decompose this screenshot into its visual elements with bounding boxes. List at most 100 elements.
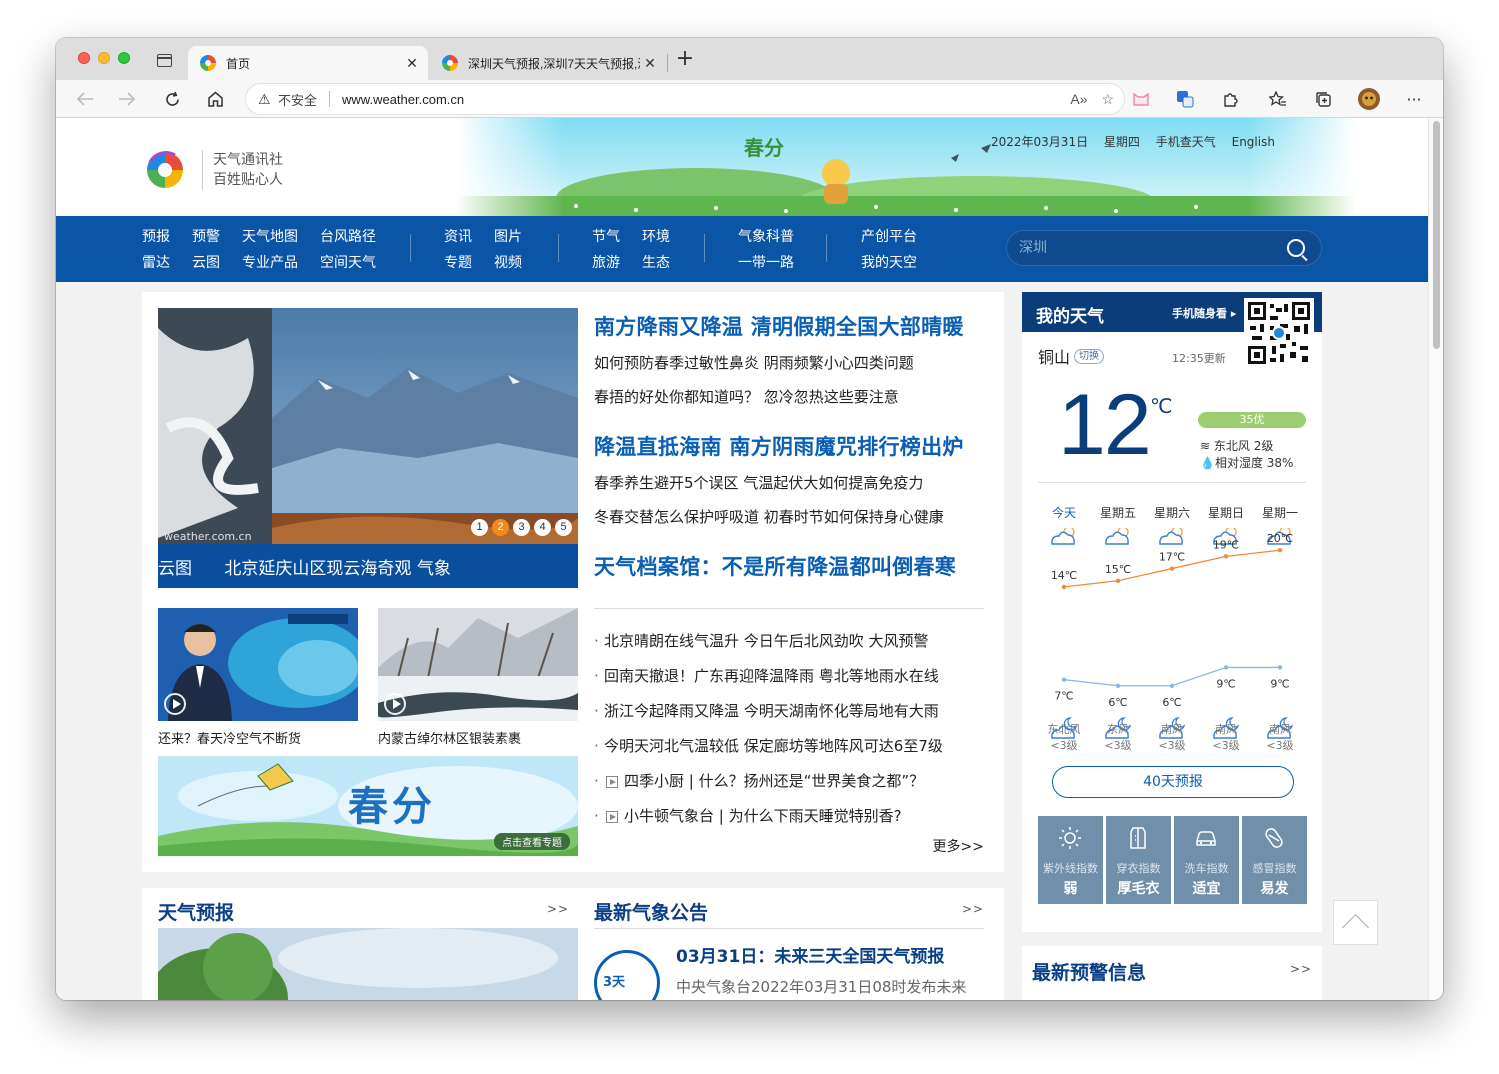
city-search-input[interactable] xyxy=(1019,240,1269,256)
nav-item-belt-road[interactable]: 一带一路 xyxy=(738,250,794,276)
nav-item-products[interactable]: 专业产品 xyxy=(242,250,298,276)
nav-item-my-sky[interactable]: 我的天空 xyxy=(861,250,917,276)
play-icon[interactable] xyxy=(384,693,406,715)
search-icon[interactable] xyxy=(1287,239,1305,257)
news-item-text[interactable]: 小牛顿气象台 | 为什么下雨天睡觉特别香? xyxy=(624,799,902,834)
forward-arrow-icon[interactable] xyxy=(114,86,140,112)
news-item-text[interactable]: 北京晴朗在线气温升 今日午后北风劲吹 大风预警 xyxy=(604,624,929,659)
insecure-label[interactable]: 不安全 xyxy=(278,90,317,109)
profile-avatar[interactable] xyxy=(1356,86,1382,112)
nav-item-space-weather[interactable]: 空间天气 xyxy=(320,250,376,276)
slider-dot-4[interactable]: 4 xyxy=(534,519,551,536)
play-icon[interactable] xyxy=(164,693,186,715)
forecast-day-label[interactable]: 星期日 xyxy=(1199,504,1253,521)
nav-item-environment[interactable]: 环境 xyxy=(642,224,670,250)
forecast-day-label[interactable]: 星期六 xyxy=(1145,504,1199,521)
news-item[interactable]: · 四季小厨 | 什么？扬州还是“世界美食之都”？ xyxy=(594,764,994,799)
nav-item-solar-term[interactable]: 节气 xyxy=(592,224,620,250)
slider-dot-5[interactable]: 5 xyxy=(555,519,572,536)
extensions-icon[interactable] xyxy=(1217,86,1243,112)
news-item-text[interactable]: 今明天河北气温较低 保定廊坊等地阵风可达6至7级 xyxy=(604,729,943,764)
nav-item-travel[interactable]: 旅游 xyxy=(592,250,620,276)
warning-icon[interactable]: ⚠ xyxy=(258,91,276,108)
scrollbar-thumb[interactable] xyxy=(1433,121,1440,349)
tab-close-icon[interactable]: ✕ xyxy=(402,55,422,72)
extension-cat-icon[interactable] xyxy=(1128,86,1154,112)
bulletin-section-title[interactable]: 最新气象公告 xyxy=(594,898,708,925)
forecast-more-link[interactable]: >> xyxy=(547,902,569,916)
bulletin-title[interactable]: 03月31日：未来三天全国天气预报 xyxy=(676,942,944,967)
mobile-weather-link[interactable]: 手机查天气 xyxy=(1156,135,1216,149)
image-slider[interactable]: weather.com.cn 1 2 3 4 5 云图 北京延庆山区现云海奇观 … xyxy=(158,308,578,588)
forecast-day-label[interactable]: 星期五 xyxy=(1091,504,1145,521)
slider-dot-2[interactable]: 2 xyxy=(492,519,509,536)
forecast-image[interactable] xyxy=(158,928,578,1000)
headline-2-sub-1[interactable]: 春季养生避开5个误区 气温起伏大如何提高免疫力 xyxy=(594,466,986,500)
tab-close-icon[interactable]: ✕ xyxy=(640,55,660,72)
nav-item-weather-map[interactable]: 天气地图 xyxy=(242,224,298,250)
reload-icon[interactable] xyxy=(159,86,185,112)
uv-index-card[interactable]: 紫外线指数 弱 xyxy=(1038,816,1103,904)
home-icon[interactable] xyxy=(202,86,228,112)
headline-3[interactable]: 天气档案馆：不是所有降温都叫倒春寒 xyxy=(594,548,986,586)
spring-equinox-promo[interactable]: 春分 点击查看专题 xyxy=(158,756,578,856)
headline-2-sub-2[interactable]: 冬春交替怎么保护呼吸道 初春时节如何保持身心健康 xyxy=(594,500,986,534)
favorites-icon[interactable] xyxy=(1265,86,1291,112)
nav-item-pictures[interactable]: 图片 xyxy=(494,224,522,250)
video-thumb-2-caption[interactable]: 内蒙古绰尔林区银装素裹 xyxy=(378,728,521,747)
url-text[interactable]: www.weather.com.cn xyxy=(342,92,464,107)
car-wash-index-card[interactable]: 洗车指数 适宜 xyxy=(1174,816,1239,904)
nav-item-video[interactable]: 视频 xyxy=(494,250,522,276)
slider-dot-1[interactable]: 1 xyxy=(471,519,488,536)
forecast-section-title[interactable]: 天气预报 xyxy=(158,898,234,925)
news-item[interactable]: · 小牛顿气象台 | 为什么下雨天睡觉特别香? xyxy=(594,799,994,834)
cold-index-card[interactable]: 感冒指数 易发 xyxy=(1242,816,1307,904)
news-item-text[interactable]: 浙江今起降雨又降温 今明天湖南怀化等局地有大雨 xyxy=(604,694,939,729)
video-thumb-1-caption[interactable]: 还来？春天冷空气不断货 xyxy=(158,728,301,747)
collections-icon[interactable] xyxy=(1310,86,1336,112)
page-scrollbar[interactable] xyxy=(1428,118,1443,1000)
nav-item-news[interactable]: 资讯 xyxy=(444,224,472,250)
news-item-text[interactable]: 四季小厨 | 什么？扬州还是“世界美食之都”？ xyxy=(624,764,924,799)
dressing-index-card[interactable]: 穿衣指数 厚毛衣 xyxy=(1106,816,1171,904)
close-window-button[interactable] xyxy=(78,52,90,64)
nav-item-topics[interactable]: 专题 xyxy=(444,250,472,276)
minimize-window-button[interactable] xyxy=(98,52,110,64)
slider-caption[interactable]: 云图 北京延庆山区现云海奇观 气象 xyxy=(158,554,451,579)
switch-city-button[interactable]: 切换 xyxy=(1074,349,1104,364)
news-item-text[interactable]: 回南天撤退！广东再迎降温降雨 粤北等地雨水在线 xyxy=(604,659,939,694)
more-menu-icon[interactable]: ··· xyxy=(1401,86,1427,112)
address-bar[interactable]: ⚠ 不安全 www.weather.com.cn A» ☆ xyxy=(245,83,1125,115)
news-item[interactable]: · 回南天撤退！广东再迎降温降雨 粤北等地雨水在线 xyxy=(594,659,994,694)
read-aloud-icon[interactable]: A» xyxy=(1070,91,1087,108)
video-thumb-2[interactable] xyxy=(378,608,578,721)
nav-item-forecast[interactable]: 预报 xyxy=(142,224,170,250)
video-thumb-1[interactable] xyxy=(158,608,358,721)
new-tab-button[interactable]: + xyxy=(674,48,696,71)
tab-shenzhen[interactable]: 深圳天气预报,深圳7天天气预报,深 ✕ xyxy=(430,46,666,80)
promo-button[interactable]: 点击查看专题 xyxy=(494,833,570,850)
forecast-day-label[interactable]: 今天 xyxy=(1037,504,1091,521)
nav-item-warning[interactable]: 预警 xyxy=(192,224,220,250)
headline-2[interactable]: 降温直抵海南 南方阴雨魔咒排行榜出炉 xyxy=(594,428,986,466)
back-arrow-icon[interactable] xyxy=(72,86,98,112)
warning-more-link[interactable]: >> xyxy=(1290,962,1312,976)
nav-item-cloud[interactable]: 云图 xyxy=(192,250,220,276)
more-news-link[interactable]: 更多>> xyxy=(933,836,984,856)
nav-item-radar[interactable]: 雷达 xyxy=(142,250,170,276)
zoom-window-button[interactable] xyxy=(118,52,130,64)
weather-logo-icon[interactable] xyxy=(142,148,188,192)
bulletin-text[interactable]: 中央气象台2022年03月31日08时发布未来 xyxy=(676,976,966,997)
forty-day-forecast-button[interactable]: 40天预报 xyxy=(1052,766,1294,798)
add-favorite-icon[interactable]: ☆ xyxy=(1101,91,1114,108)
news-item[interactable]: · 今明天河北气温较低 保定廊坊等地阵风可达6至7级 xyxy=(594,729,994,764)
nav-item-science[interactable]: 气象科普 xyxy=(738,224,794,250)
nav-item-ecology[interactable]: 生态 xyxy=(642,250,670,276)
slider-dot-3[interactable]: 3 xyxy=(513,519,530,536)
warning-section-title[interactable]: 最新预警信息 xyxy=(1032,958,1146,985)
english-link[interactable]: English xyxy=(1232,135,1275,149)
translate-icon[interactable] xyxy=(1172,86,1198,112)
tab-home[interactable]: 首页 ✕ xyxy=(188,46,428,80)
slider-caption-bar[interactable]: 云图 北京延庆山区现云海奇观 气象 xyxy=(158,544,578,588)
forecast-day-label[interactable]: 星期一 xyxy=(1253,504,1307,521)
